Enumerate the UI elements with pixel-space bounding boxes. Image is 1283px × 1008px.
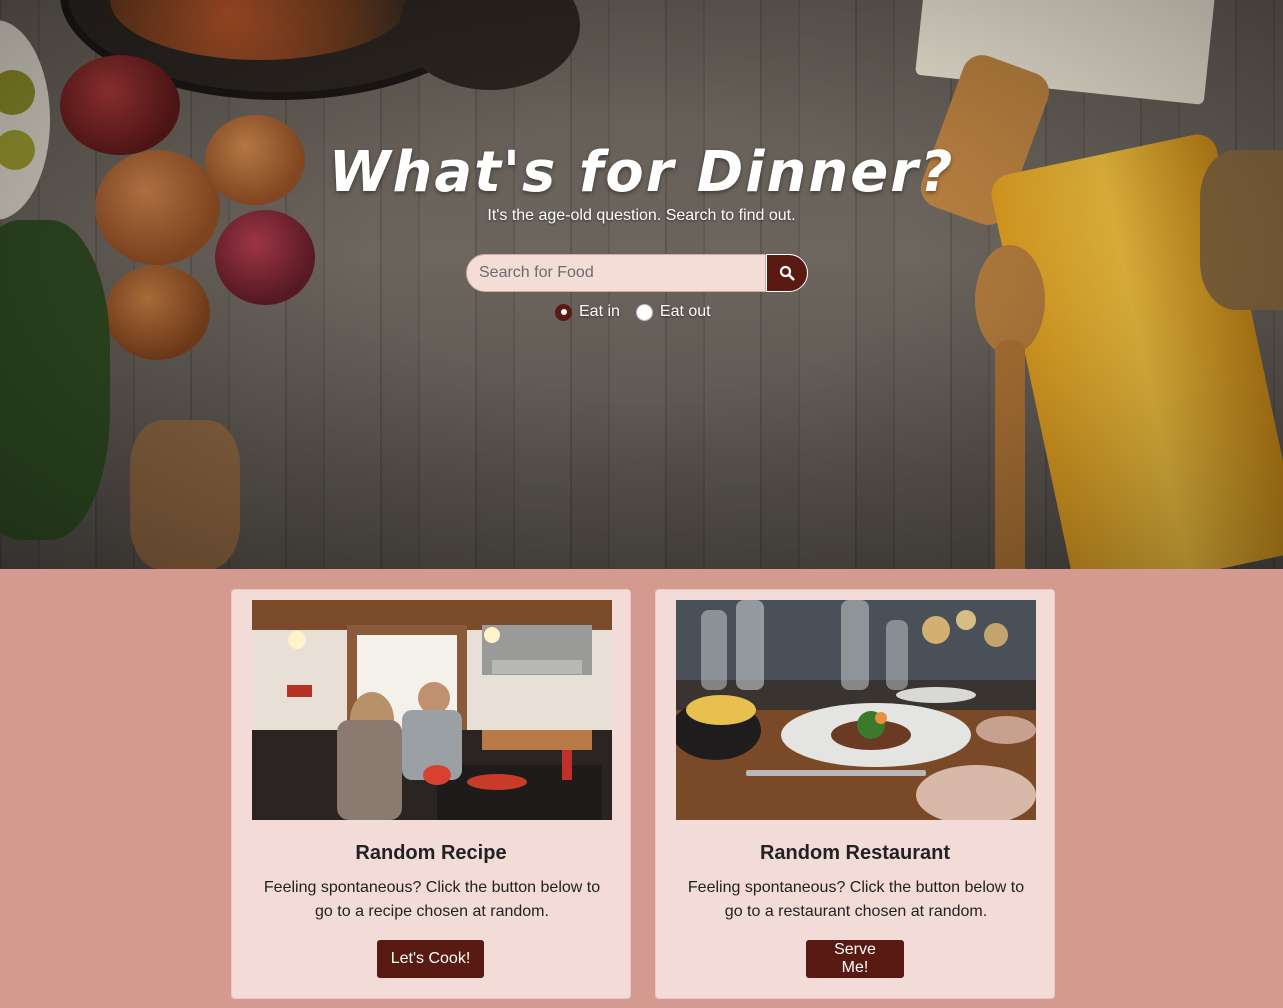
- serve-me-button[interactable]: Serve Me!: [806, 940, 904, 978]
- page-title: What's for Dinner?: [328, 140, 955, 205]
- random-recipe-card: Random Recipe Feeling spontaneous? Click…: [231, 589, 631, 999]
- eat-out-label: Eat out: [659, 303, 711, 320]
- eat-out-radio[interactable]: [635, 303, 653, 321]
- eat-in-label: Eat in: [579, 303, 620, 320]
- search-input[interactable]: [466, 254, 766, 292]
- recipe-card-image: [252, 600, 612, 820]
- hero-content: What's for Dinner? It's the age-old ques…: [0, 140, 1283, 226]
- recipe-card-text: Feeling spontaneous? Click the button be…: [263, 879, 601, 920]
- page-subtitle: It's the age-old question. Search to fin…: [487, 207, 796, 224]
- eat-in-radio[interactable]: [555, 303, 572, 321]
- eat-in-option[interactable]: Eat in: [555, 303, 620, 321]
- dining-option-group: Eat in Eat out: [555, 303, 711, 321]
- search-button[interactable]: [766, 254, 808, 292]
- search-icon: [779, 265, 795, 281]
- random-restaurant-card: Random Restaurant Feeling spontaneous? C…: [655, 589, 1055, 999]
- hero-banner: What's for Dinner? It's the age-old ques…: [0, 0, 1283, 569]
- search-form: [466, 254, 808, 292]
- lets-cook-button[interactable]: Let's Cook!: [377, 940, 484, 978]
- restaurant-card-image: [676, 600, 1036, 820]
- eat-out-option[interactable]: Eat out: [635, 303, 711, 321]
- restaurant-card-text: Feeling spontaneous? Click the button be…: [687, 879, 1025, 920]
- restaurant-card-title: Random Restaurant: [759, 842, 951, 864]
- recipe-card-title: Random Recipe: [355, 842, 507, 864]
